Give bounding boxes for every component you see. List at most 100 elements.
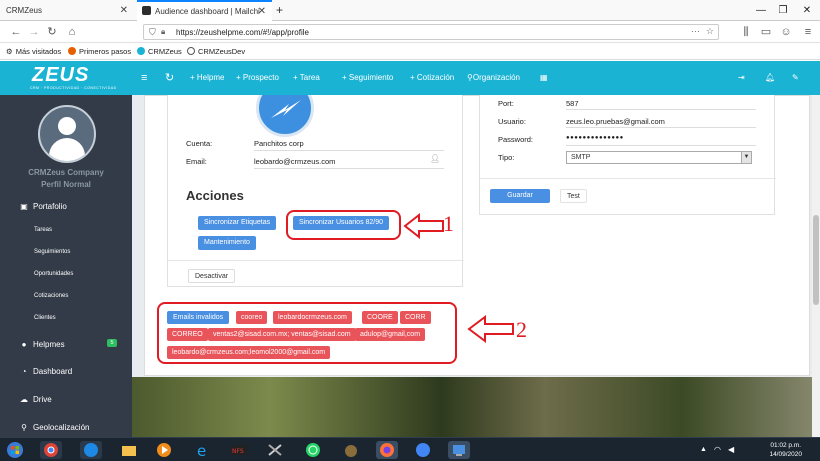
pin-icon: ⚲ xyxy=(21,423,27,432)
port-label: Port: xyxy=(498,99,514,108)
nav-seguimiento[interactable]: + Seguimiento xyxy=(342,61,393,95)
user-icon: 👤︎ xyxy=(430,154,441,163)
type-select[interactable]: SMTP ▼ xyxy=(566,151,752,164)
scrollbar[interactable] xyxy=(812,95,820,437)
nav-prospecto[interactable]: + Prospecto xyxy=(236,61,279,95)
nav-organizacion[interactable]: ⚲Organización xyxy=(467,61,520,95)
page-actions-icon[interactable]: ··· xyxy=(691,26,700,36)
logout-icon[interactable]: ⇥ xyxy=(738,61,745,95)
nav-tarea[interactable]: + Tarea xyxy=(293,61,320,95)
library-icon[interactable]: ⫼ xyxy=(738,21,754,43)
clock-time: 01:02 p.m. xyxy=(770,442,802,449)
volume-icon[interactable]: ◀ xyxy=(728,445,734,454)
password-input[interactable]: ●●●●●●●●●●●●●● xyxy=(566,135,624,141)
sidebar-item-drive[interactable]: ☁ Drive xyxy=(18,395,52,404)
type-select-value: SMTP xyxy=(571,154,591,161)
sidebar-item-clientes[interactable]: Clientes xyxy=(34,315,56,321)
sidebar-item-helpmes[interactable]: ● Helpmes xyxy=(18,340,65,349)
safari-icon[interactable] xyxy=(80,441,102,459)
deactivate-button[interactable]: Desactivar xyxy=(188,269,236,283)
new-tab-button[interactable]: + xyxy=(276,0,283,20)
tray-arrow-icon[interactable]: ▲ xyxy=(700,446,707,453)
browser-tab-bar: CRMZeus ✕ Audience dashboard | Mailchi ✕… xyxy=(0,0,820,21)
zeus-logo[interactable]: ZEUS CRM · PRODUCTIVIDAD · CONECTIVIDAD xyxy=(0,61,132,95)
avatar-body xyxy=(49,138,85,161)
nav-helpme[interactable]: + Helpme xyxy=(190,61,224,95)
annotation-number-2: 2 xyxy=(516,317,527,342)
test-button[interactable]: Test xyxy=(560,189,587,203)
sync-tags-button[interactable]: Sincronizar Etiquetas xyxy=(198,216,277,230)
bookmark-mas-visitados[interactable]: ⚙ Más visitados xyxy=(6,43,61,60)
sidebar-item-dashboard[interactable]: ◔ Dashboard xyxy=(18,367,73,376)
lock-icon: 🔒︎ xyxy=(161,27,166,36)
cuenta-underline xyxy=(254,150,444,151)
whatsapp-icon[interactable] xyxy=(302,441,324,459)
sidebar-item-tareas[interactable]: Tareas xyxy=(34,227,52,233)
menu-icon[interactable]: ≡ xyxy=(800,21,816,43)
avatar[interactable] xyxy=(38,105,96,163)
wrench-icon[interactable]: ✎ xyxy=(792,61,799,95)
nav-cotizacion[interactable]: + Cotización xyxy=(410,61,454,95)
minimize-icon[interactable]: — xyxy=(750,0,772,21)
chrome-icon[interactable] xyxy=(40,441,62,459)
clock[interactable]: 01:02 p.m. 14/09/2020 xyxy=(769,441,802,459)
sidebar-item-cotizaciones[interactable]: Cotizaciones xyxy=(34,293,68,299)
tools-icon[interactable] xyxy=(264,441,286,459)
window-close-icon[interactable]: ✕ xyxy=(796,0,818,21)
refresh-icon[interactable]: ↻ xyxy=(165,61,174,95)
firefox-taskbar-icon[interactable] xyxy=(376,441,398,459)
save-button[interactable]: Guardar xyxy=(490,189,550,203)
maximize-icon[interactable]: ❐ xyxy=(772,0,794,21)
sidebar-item-portafolio[interactable]: ▣ Portafolio xyxy=(18,202,67,211)
bookmark-primeros-pasos[interactable]: Primeros pasos xyxy=(68,43,131,60)
sidebar-toggle-icon[interactable]: ▭ xyxy=(758,21,774,43)
sidebar-item-geolocalizacion[interactable]: ⚲ Geolocalización xyxy=(18,423,89,432)
gimp-icon[interactable] xyxy=(340,441,362,459)
url-bar[interactable]: ⛉ 🔒︎ https://zeushelpme.com/#!/app/profi… xyxy=(143,24,719,40)
network-drive-icon[interactable] xyxy=(448,441,470,459)
annotation-arrow-2-icon xyxy=(467,315,514,343)
nfs-game-icon[interactable]: NFS xyxy=(228,441,250,459)
back-icon[interactable]: ← xyxy=(8,21,24,43)
smtp-divider xyxy=(480,178,776,179)
scrollbar-thumb[interactable] xyxy=(813,215,819,305)
close-tab-icon[interactable]: ✕ xyxy=(258,2,266,21)
shield-icon: ⛉ xyxy=(149,27,156,37)
maintenance-button[interactable]: Mantenimiento xyxy=(198,236,256,250)
tab-mailchimp[interactable]: Audience dashboard | Mailchi ✕ xyxy=(137,0,272,21)
email-field[interactable]: leobardo@crmzeus.com xyxy=(254,157,335,166)
close-tab-icon[interactable]: ✕ xyxy=(120,0,128,21)
profile-panel: Cuenta: Panchitos corp Email: leobardo@c… xyxy=(144,95,810,376)
port-input[interactable]: 587 xyxy=(566,99,579,108)
calendar-icon[interactable]: ▦ xyxy=(540,61,548,95)
mailchimp-favicon-icon xyxy=(142,6,151,15)
bell-icon[interactable]: 🔔︎ xyxy=(765,61,775,95)
bookmark-crmzeusdev[interactable]: CRMZeusDev xyxy=(187,43,245,60)
home-icon[interactable]: ⌂ xyxy=(64,21,80,43)
zeus-bookmark-icon xyxy=(137,47,145,55)
bookmarks-bar: ⚙ Más visitados Primeros pasos CRMZeus CR… xyxy=(0,43,820,60)
globe-icon xyxy=(187,47,195,55)
forward-icon[interactable]: → xyxy=(26,21,42,43)
user-input[interactable]: zeus.leo.pruebas@gmail.com xyxy=(566,117,665,126)
email-underline xyxy=(254,168,444,169)
url-text: https://zeushelpme.com/#!/app/profile xyxy=(176,28,309,37)
folder-icon[interactable] xyxy=(118,441,140,459)
hamburger-icon[interactable]: ≡ xyxy=(141,61,147,95)
internet-explorer-icon[interactable]: e xyxy=(192,441,214,460)
chrome-alt-icon[interactable] xyxy=(412,441,434,459)
sidebar-item-oportunidades[interactable]: Oportunidades xyxy=(34,271,73,277)
reload-icon[interactable]: ↻ xyxy=(44,21,60,43)
chevron-down-icon: ▼ xyxy=(741,152,751,163)
media-player-icon[interactable] xyxy=(153,441,175,459)
bookmark-crmzeus[interactable]: CRMZeus xyxy=(137,43,182,60)
sidebar-item-seguimientos[interactable]: Seguimientos xyxy=(34,249,70,255)
tab-crmzeus[interactable]: CRMZeus ✕ xyxy=(0,0,134,21)
bookmark-star-icon[interactable]: ☆ xyxy=(706,26,714,37)
start-button[interactable] xyxy=(4,441,26,459)
user-label: Usuario: xyxy=(498,117,526,126)
background-photo xyxy=(132,377,820,437)
wifi-icon[interactable]: ◠ xyxy=(714,445,721,454)
user-underline xyxy=(566,127,756,128)
account-icon[interactable]: ☺ xyxy=(778,21,794,43)
